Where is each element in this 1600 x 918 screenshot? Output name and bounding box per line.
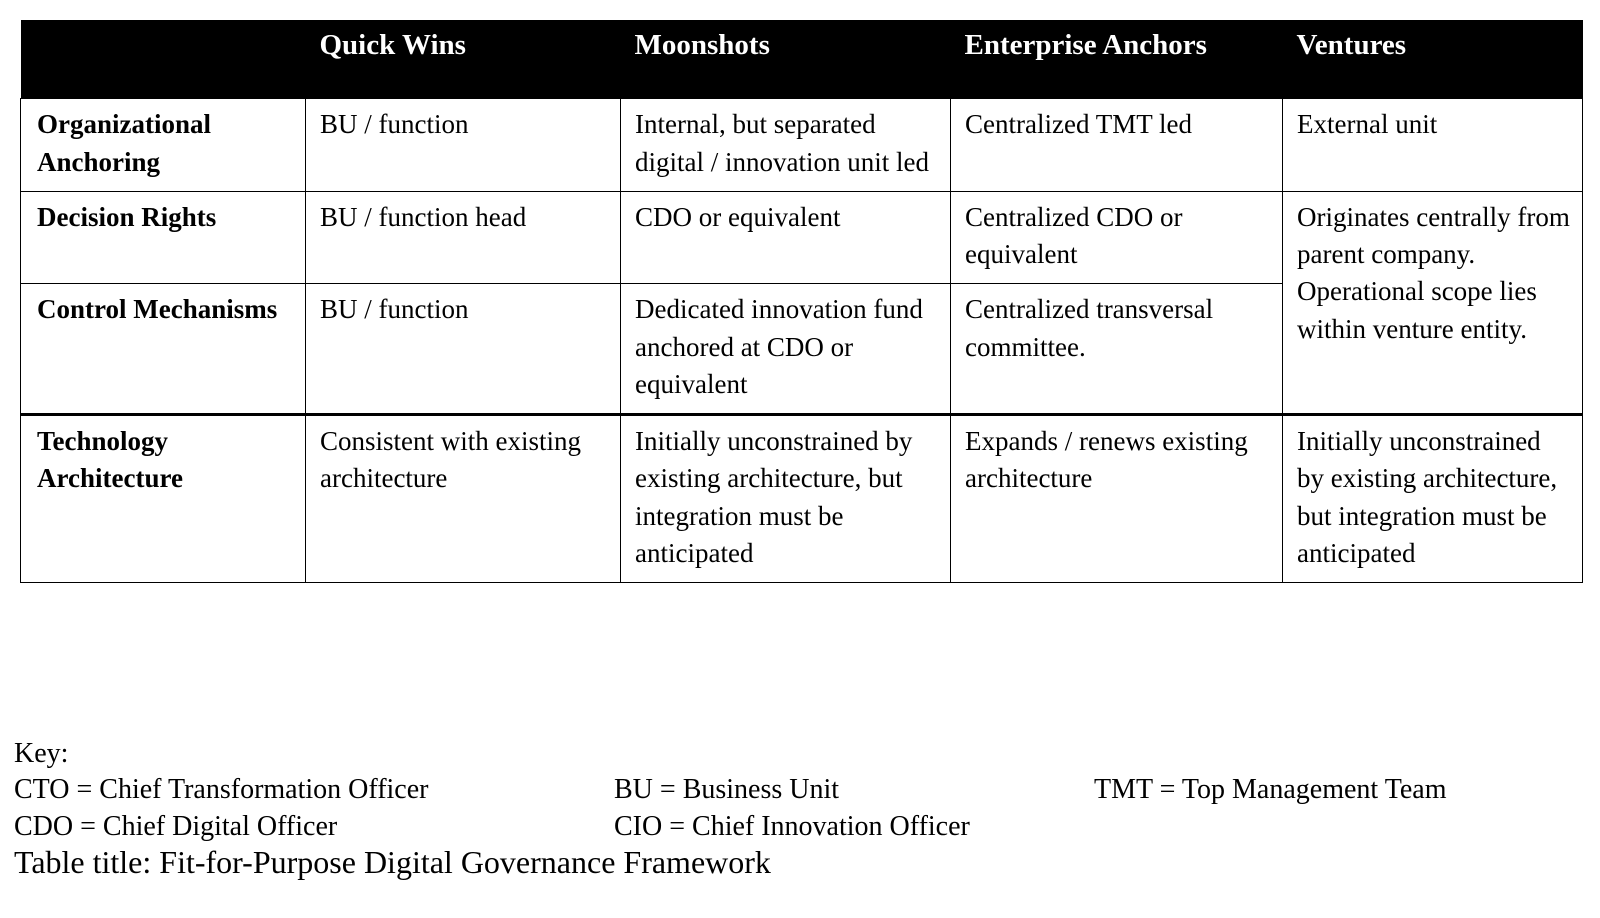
column-header-enterprise-anchors: Enterprise Anchors [950, 20, 1283, 99]
cell-control-mechanisms-quick-wins: BU / function [305, 283, 621, 416]
cell-decision-rights-moonshots: CDO or equivalent [620, 190, 951, 285]
governance-table-container: Quick Wins Moonshots Enterprise Anchors … [20, 20, 1583, 584]
governance-table: Quick Wins Moonshots Enterprise Anchors … [20, 20, 1583, 584]
row-label-control-mechanisms: Control Mechanisms [20, 283, 306, 416]
cell-technology-architecture-quick-wins: Consistent with existing architecture [305, 413, 621, 584]
key-item-bu: BU = Business Unit [614, 774, 840, 806]
key-legend: Key: CTO = Chief Transformation Officer … [14, 736, 1584, 845]
cell-technology-architecture-ventures: Initially unconstrained by existing arch… [1282, 413, 1583, 584]
column-header-ventures: Ventures [1282, 20, 1583, 99]
column-header-dimension [20, 20, 306, 99]
cell-ventures-merged-decision-control: Originates centrally from parent company… [1282, 190, 1583, 416]
cell-technology-architecture-enterprise-anchors: Expands / renews existing architecture [950, 413, 1283, 584]
table-caption: Table title: Fit-for-Purpose Digital Gov… [14, 844, 771, 880]
table-header: Quick Wins Moonshots Enterprise Anchors … [20, 20, 1583, 99]
table-row: Technology Architecture Consistent with … [20, 413, 1583, 584]
row-label-technology-architecture: Technology Architecture [20, 413, 306, 584]
table-body: Organizational Anchoring BU / function I… [20, 98, 1583, 584]
cell-control-mechanisms-moonshots: Dedicated innovation fund anchored at CD… [620, 283, 951, 416]
table-row: Decision Rights BU / function head CDO o… [20, 190, 1583, 416]
key-line-1: CTO = Chief Transformation Officer BU = … [14, 772, 1584, 808]
cell-organizational-anchoring-enterprise-anchors: Centralized TMT led [950, 98, 1283, 192]
key-item-tmt: TMT = Top Management Team [1094, 774, 1447, 806]
key-item-cdo: CDO = Chief Digital Officer [14, 810, 338, 842]
key-heading: Key: [14, 738, 69, 769]
cell-organizational-anchoring-ventures: External unit [1282, 98, 1583, 192]
key-item-cto: CTO = Chief Transformation Officer [14, 774, 429, 806]
cell-control-mechanisms-enterprise-anchors: Centralized transversal committee. [950, 283, 1283, 416]
row-label-decision-rights: Decision Rights [20, 190, 306, 285]
cell-technology-architecture-moonshots: Initially unconstrained by existing arch… [620, 413, 951, 584]
key-line-2: CDO = Chief Digital Officer CIO = Chief … [14, 809, 1584, 845]
cell-decision-rights-quick-wins: BU / function head [305, 190, 621, 285]
row-label-organizational-anchoring: Organizational Anchoring [20, 98, 306, 192]
column-header-quick-wins: Quick Wins [305, 20, 621, 99]
table-page: Quick Wins Moonshots Enterprise Anchors … [0, 0, 1600, 918]
key-item-cio: CIO = Chief Innovation Officer [614, 810, 970, 842]
cell-organizational-anchoring-quick-wins: BU / function [305, 98, 621, 192]
cell-organizational-anchoring-moonshots: Internal, but separated digital / innova… [620, 98, 951, 192]
table-row: Organizational Anchoring BU / function I… [20, 98, 1583, 192]
cell-decision-rights-enterprise-anchors: Centralized CDO or equivalent [950, 190, 1283, 285]
column-header-moonshots: Moonshots [620, 20, 951, 99]
table-header-row: Quick Wins Moonshots Enterprise Anchors … [20, 20, 1583, 99]
